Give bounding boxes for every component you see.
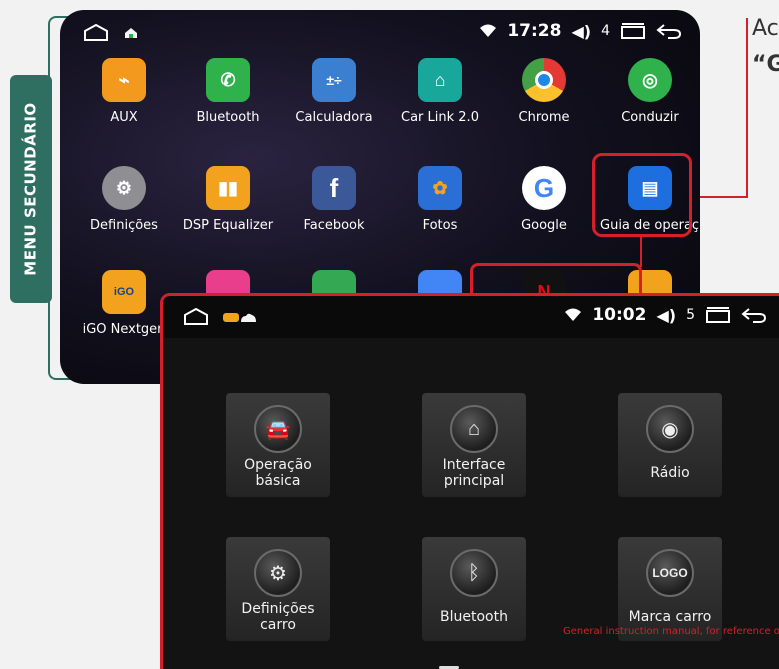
annotation-leader-line <box>746 18 748 198</box>
tile-radio[interactable]: ◉ Rádio <box>618 393 722 497</box>
app-label: Conduzir <box>621 110 679 125</box>
app-facebook[interactable]: f Facebook <box>284 166 384 233</box>
app-dsp-equalizer[interactable]: ▮▮ DSP Equalizer <box>178 166 278 233</box>
app-definicoes[interactable]: ⚙ Definições <box>74 166 174 233</box>
wifi-icon <box>480 24 497 37</box>
home-icon: ⌂ <box>450 405 498 453</box>
tile-label: Definições carro <box>241 601 315 633</box>
app-label: iGO Nextgen <box>82 322 166 337</box>
app-label: DSP Equalizer <box>182 218 274 233</box>
status-right-cluster: 17:28 ◀) 4 <box>479 21 682 41</box>
tile-label: Operação básica <box>244 457 312 489</box>
tile-label: Bluetooth <box>440 609 508 625</box>
app-fotos[interactable]: ✿ Fotos <box>390 166 490 233</box>
app-label: Fotos <box>422 218 458 233</box>
tile-interface-principal[interactable]: ⌂ Interface principal <box>422 393 526 497</box>
annotation-leader-tick <box>700 196 748 198</box>
car-settings-icon: ⚙ <box>254 549 302 597</box>
app-label: Car Link 2.0 <box>401 110 479 125</box>
steering-icon: ◎ <box>628 58 672 102</box>
app-label: Chrome <box>518 110 570 125</box>
app-label: Bluetooth <box>196 110 260 125</box>
back-icon[interactable] <box>656 23 682 39</box>
operation-guide-screen: 10:02 ◀) 5 🚘 Operação básica ⌂ Interface… <box>160 293 779 669</box>
tile-operacao-basica[interactable]: 🚘 Operação básica <box>226 393 330 497</box>
weather-cloud-icon <box>223 313 256 322</box>
secondary-menu-tab: MENU SECUNDÁRIO <box>10 75 52 303</box>
app-aux[interactable]: ⌁ AUX <box>74 58 174 125</box>
logo-icon: LOGO <box>646 549 694 597</box>
clock: 10:02 <box>592 305 647 325</box>
car-icon: 🚘 <box>254 405 302 453</box>
status-right-cluster: 10:02 ◀) 5 <box>564 305 767 325</box>
app-car-link[interactable]: ⌂ Car Link 2.0 <box>390 58 490 125</box>
app-calculadora[interactable]: ±÷ Calculadora <box>284 58 384 125</box>
home-outline-icon[interactable] <box>83 24 109 42</box>
google-icon: G <box>522 166 566 210</box>
volume-level: 4 <box>601 23 610 39</box>
annotation-text-2: “G <box>752 52 779 77</box>
recent-apps-icon[interactable] <box>705 307 731 323</box>
settings-icon: ⚙ <box>102 166 146 210</box>
recent-apps-icon[interactable] <box>620 23 646 39</box>
tile-bluetooth[interactable]: ᛒ Bluetooth <box>422 537 526 641</box>
home-outline-icon[interactable] <box>183 308 209 326</box>
chrome-icon <box>522 58 566 102</box>
app-label: Google <box>521 218 567 233</box>
wifi-icon <box>565 308 582 321</box>
igo-icon: iGO <box>102 270 146 314</box>
app-bluetooth[interactable]: ✆ Bluetooth <box>178 58 278 125</box>
disclaimer-text: General instruction manual, for referenc… <box>563 626 779 637</box>
volume-icon[interactable]: ◀) <box>571 22 591 41</box>
app-chrome[interactable]: Chrome <box>494 58 594 125</box>
calculator-icon: ±÷ <box>312 58 356 102</box>
annotation-text-1: Ac <box>752 16 779 41</box>
status-bar: 10:02 ◀) 5 <box>163 296 779 338</box>
phone-icon: ✆ <box>206 58 250 102</box>
radio-icon: ◉ <box>646 405 694 453</box>
launcher-house-icon <box>125 28 137 38</box>
volume-icon[interactable]: ◀) <box>656 306 676 325</box>
tile-definicoes-carro[interactable]: ⚙ Definições carro <box>226 537 330 641</box>
photos-icon: ✿ <box>418 166 462 210</box>
app-igo-nextgen[interactable]: iGO iGO Nextgen <box>74 270 174 337</box>
app-google[interactable]: G Google <box>494 166 594 233</box>
tile-label: Marca carro <box>628 609 712 625</box>
app-label: Facebook <box>303 218 365 233</box>
guide-highlight-box <box>592 153 692 237</box>
app-conduzir[interactable]: ◎ Conduzir <box>600 58 700 125</box>
tile-label: Interface principal <box>442 457 506 489</box>
facebook-icon: f <box>312 166 356 210</box>
volume-level: 5 <box>686 307 695 323</box>
aux-icon: ⌁ <box>102 58 146 102</box>
equalizer-icon: ▮▮ <box>206 166 250 210</box>
back-icon[interactable] <box>741 307 767 323</box>
app-label: Definições <box>90 218 158 233</box>
tile-label: Rádio <box>650 465 690 481</box>
page: MENU SECUNDÁRIO 17:28 ◀) 4 ⌁ AUX ✆ Bluet… <box>0 0 779 669</box>
secondary-menu-label: MENU SECUNDÁRIO <box>22 102 40 276</box>
clock: 17:28 <box>507 21 562 41</box>
bluetooth-icon: ᛒ <box>450 549 498 597</box>
carlink-icon: ⌂ <box>418 58 462 102</box>
status-bar: 17:28 ◀) 4 <box>60 10 700 54</box>
app-label: Calculadora <box>295 110 373 125</box>
app-label: AUX <box>110 110 138 125</box>
connector-line <box>640 237 642 267</box>
